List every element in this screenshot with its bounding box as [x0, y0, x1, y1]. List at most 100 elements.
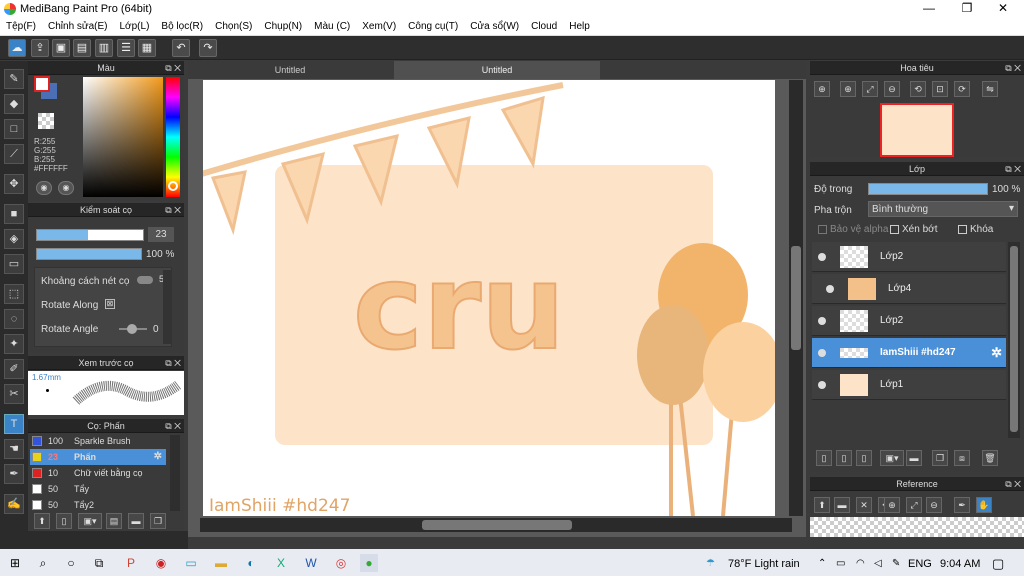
duplicate-layer-icon[interactable]: ❐ [932, 450, 948, 466]
panel-close-icon[interactable]: ⧉ ✕ [1005, 477, 1021, 491]
powerpoint-icon[interactable]: P [122, 554, 140, 572]
weather-text[interactable]: 78°F Light rain [728, 558, 800, 570]
eraser-tool-icon[interactable]: ◆ [4, 94, 24, 114]
menu-cloud[interactable]: Cloud [525, 18, 563, 32]
reset-icon[interactable]: ⊡ [932, 81, 948, 97]
page-icon[interactable]: ▥ [95, 39, 113, 57]
layer-row[interactable]: Lớp4 [812, 274, 1006, 304]
spacing-slider[interactable] [137, 276, 153, 284]
panel-close-icon[interactable]: ⧉ ✕ [165, 419, 181, 433]
hand-tool-icon[interactable]: ✍ [4, 494, 24, 514]
panel-close-icon[interactable]: ⧉ ✕ [165, 203, 181, 217]
brush-item[interactable]: 100 Sparkle Brush [30, 433, 166, 449]
comment-icon[interactable]: ▣ [52, 39, 70, 57]
blend-mode-select[interactable]: Bình thường ▾ [868, 201, 1018, 217]
horizontal-scrollbar[interactable] [200, 518, 792, 532]
new-brush-icon[interactable]: ▯ [56, 513, 72, 529]
menu-view[interactable]: Xem(V) [356, 18, 402, 32]
panel-close-icon[interactable]: ⧉ ✕ [1005, 61, 1021, 75]
menu-edit[interactable]: Chỉnh sửa(E) [42, 18, 114, 32]
menu-layer[interactable]: Lớp(L) [114, 18, 156, 32]
brush-folder-icon[interactable]: ▬ [128, 513, 144, 529]
menu-tools[interactable]: Công cụ(T) [402, 18, 464, 32]
chrome-icon[interactable]: ◎ [332, 554, 350, 572]
close-button[interactable]: ✕ [988, 1, 1018, 17]
options-scrollbar[interactable] [163, 270, 171, 344]
wifi-icon[interactable]: ◠ [856, 558, 865, 569]
shape-tool-icon[interactable]: □ [4, 119, 24, 139]
merge-layer-icon[interactable]: ⧈ [954, 450, 970, 466]
tab-untitled-1[interactable]: Untitled [188, 61, 392, 79]
tray-chevron-icon[interactable]: ⌃ [818, 558, 826, 569]
menu-color[interactable]: Màu (C) [308, 18, 356, 32]
move-tool-icon[interactable]: ✥ [4, 174, 24, 194]
language-indicator[interactable]: ENG [908, 558, 932, 570]
gear-icon[interactable]: ✲ [991, 338, 1002, 368]
add-brush-icon[interactable]: ⬆ [34, 513, 50, 529]
fill-rect-tool-icon[interactable]: ■ [4, 204, 24, 224]
document-canvas[interactable]: cru IamShiii #hd247 [203, 80, 775, 516]
rotate-along-checkbox[interactable]: ⊠ [105, 299, 115, 309]
layer-row[interactable]: Lớp1 [812, 370, 1006, 400]
excel-icon[interactable]: X [272, 554, 290, 572]
cortana-icon[interactable]: ○ [62, 554, 80, 572]
brush-item[interactable]: 50 Tẩy2 [30, 497, 166, 513]
menu-window[interactable]: Cửa sổ(W) [464, 18, 525, 32]
navigator-thumbnail[interactable] [880, 103, 954, 157]
eye-icon[interactable] [826, 285, 834, 293]
panel-close-icon[interactable]: ⧉ ✕ [1005, 162, 1021, 176]
layer-row-selected[interactable]: IamShiii #hd247 ✲ [812, 338, 1006, 368]
app-icon[interactable]: ◉ [152, 554, 170, 572]
layer-row[interactable]: Lớp2 [812, 242, 1006, 272]
clock[interactable]: 9:04 AM [940, 558, 980, 570]
menu-file[interactable]: Tệp(F) [0, 18, 42, 32]
transparent-swatch[interactable] [38, 113, 54, 129]
cloud-icon[interactable]: ☁ [8, 39, 26, 57]
protect-alpha-checkbox[interactable] [818, 225, 827, 234]
brush-menu-icon[interactable]: ▣▾ [78, 513, 102, 529]
menu-snap[interactable]: Chụp(N) [258, 18, 308, 32]
lock-checkbox[interactable] [958, 225, 967, 234]
tab-untitled-2[interactable]: Untitled [394, 61, 600, 79]
vertical-scrollbar[interactable] [789, 80, 803, 516]
network-icon[interactable]: ▭ [836, 558, 845, 569]
reference-hand-icon[interactable]: ✋ [976, 497, 992, 513]
select-tool-icon[interactable]: ⬚ [4, 284, 24, 304]
close-reference-icon[interactable]: ✕ [856, 497, 872, 513]
layer-scrollbar[interactable] [1008, 242, 1020, 438]
gear-icon[interactable]: ✲ [154, 449, 162, 465]
text-tool-icon[interactable]: T [4, 414, 24, 434]
layer-opacity-slider[interactable] [868, 183, 988, 195]
eyedropper-icon[interactable]: ✒ [4, 464, 24, 484]
eye-icon[interactable] [818, 381, 826, 389]
export-icon[interactable]: ⇪ [31, 39, 49, 57]
file-explorer-icon[interactable]: ▬ [212, 554, 230, 572]
new-layer-8bit-icon[interactable]: ▯ [836, 450, 852, 466]
lasso-tool-icon[interactable]: ◌ [4, 309, 24, 329]
rotate-right-icon[interactable]: ⟳ [954, 81, 970, 97]
rotate-angle-slider[interactable] [119, 324, 147, 334]
reference-zoom-in-icon[interactable]: ⊕ [884, 497, 900, 513]
brush-copy-icon[interactable]: ❐ [150, 513, 166, 529]
fit-icon[interactable]: ⤢ [862, 81, 878, 97]
list-icon[interactable]: ☰ [117, 39, 135, 57]
open-folder-icon[interactable]: ▬ [834, 497, 850, 513]
brush-settings-icon[interactable]: ▤ [106, 513, 122, 529]
brush-item-selected[interactable]: 23 Phấn ✲ [30, 449, 166, 465]
new-layer-icon[interactable]: ▯ [816, 450, 832, 466]
panel-close-icon[interactable]: ⧉ ✕ [165, 61, 181, 75]
opacity-slider[interactable] [36, 248, 142, 260]
windows-start-icon[interactable]: ⊞ [6, 554, 24, 572]
operation-tool-icon[interactable]: ☚ [4, 439, 24, 459]
layer-row[interactable]: Lớp2 [812, 306, 1006, 336]
task-view-icon[interactable]: ⧉ [90, 554, 108, 572]
undo-icon[interactable]: ↶ [172, 39, 190, 57]
layer-folder-icon[interactable]: ▬ [906, 450, 922, 466]
word-icon[interactable]: W [302, 554, 320, 572]
hue-handle[interactable] [168, 181, 178, 191]
size-slider[interactable] [36, 229, 144, 241]
monitor-icon[interactable]: ▭ [182, 554, 200, 572]
brush-tool-icon[interactable]: ✎ [4, 69, 24, 89]
maximize-button[interactable]: ❐ [952, 1, 982, 17]
notification-icon[interactable]: ▢ [992, 556, 1004, 572]
